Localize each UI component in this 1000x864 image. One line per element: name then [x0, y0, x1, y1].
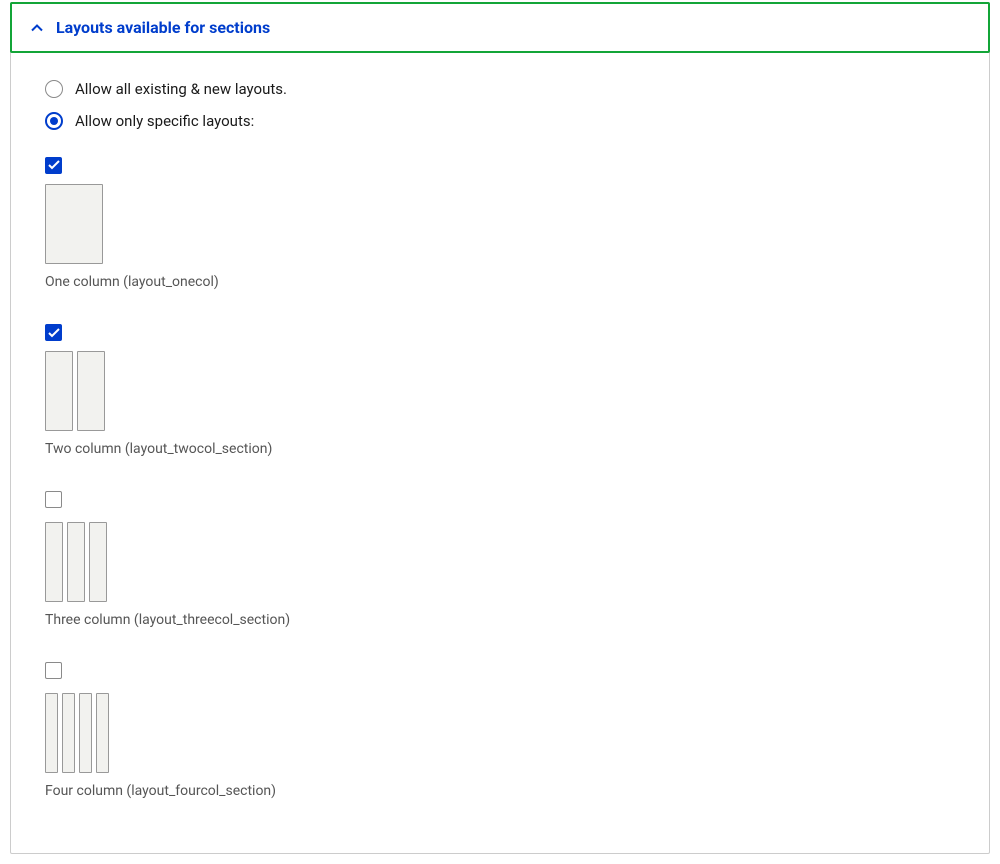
chevron-up-icon	[30, 21, 44, 35]
layouts-list: One column (layout_onecol) Two column (l…	[45, 156, 955, 799]
thumb-col	[62, 693, 75, 773]
radio-allow-all[interactable]: Allow all existing & new layouts.	[45, 80, 955, 98]
thumb-col	[45, 693, 58, 773]
thumb-col	[67, 522, 85, 602]
radio-label: Allow only specific layouts:	[75, 112, 254, 130]
layout-checkbox[interactable]	[45, 491, 62, 508]
thumb-col	[45, 351, 73, 431]
layout-thumbnail	[45, 184, 955, 264]
layouts-toggle-header[interactable]: Layouts available for sections	[10, 2, 990, 53]
thumb-col	[77, 351, 105, 431]
layout-thumbnail	[45, 693, 955, 773]
thumb-col	[89, 522, 107, 602]
thumb-col	[45, 522, 63, 602]
layout-thumbnail	[45, 522, 955, 602]
radio-selected-icon	[45, 112, 63, 130]
radio-icon	[45, 80, 63, 98]
panel-body: Allow all existing & new layouts. Allow …	[11, 52, 989, 853]
thumb-col	[45, 184, 103, 264]
layout-checkbox[interactable]	[45, 324, 62, 341]
layout-label: Two column (layout_twocol_section)	[45, 441, 955, 457]
layout-thumbnail	[45, 351, 955, 431]
layout-label: Four column (layout_fourcol_section)	[45, 783, 955, 799]
layout-option-onecol: One column (layout_onecol)	[45, 156, 955, 290]
radio-label: Allow all existing & new layouts.	[75, 80, 287, 98]
layout-option-fourcol: Four column (layout_fourcol_section)	[45, 662, 955, 799]
panel-title: Layouts available for sections	[56, 18, 270, 37]
layout-checkbox[interactable]	[45, 662, 62, 679]
layout-label: Three column (layout_threecol_section)	[45, 612, 955, 628]
radio-allow-specific[interactable]: Allow only specific layouts:	[45, 112, 955, 130]
thumb-col	[79, 693, 92, 773]
layout-option-threecol: Three column (layout_threecol_section)	[45, 491, 955, 628]
layout-label: One column (layout_onecol)	[45, 274, 955, 290]
thumb-col	[96, 693, 109, 773]
layouts-panel: Layouts available for sections Allow all…	[10, 2, 990, 854]
layout-checkbox[interactable]	[45, 157, 62, 174]
layout-option-twocol: Two column (layout_twocol_section)	[45, 324, 955, 458]
